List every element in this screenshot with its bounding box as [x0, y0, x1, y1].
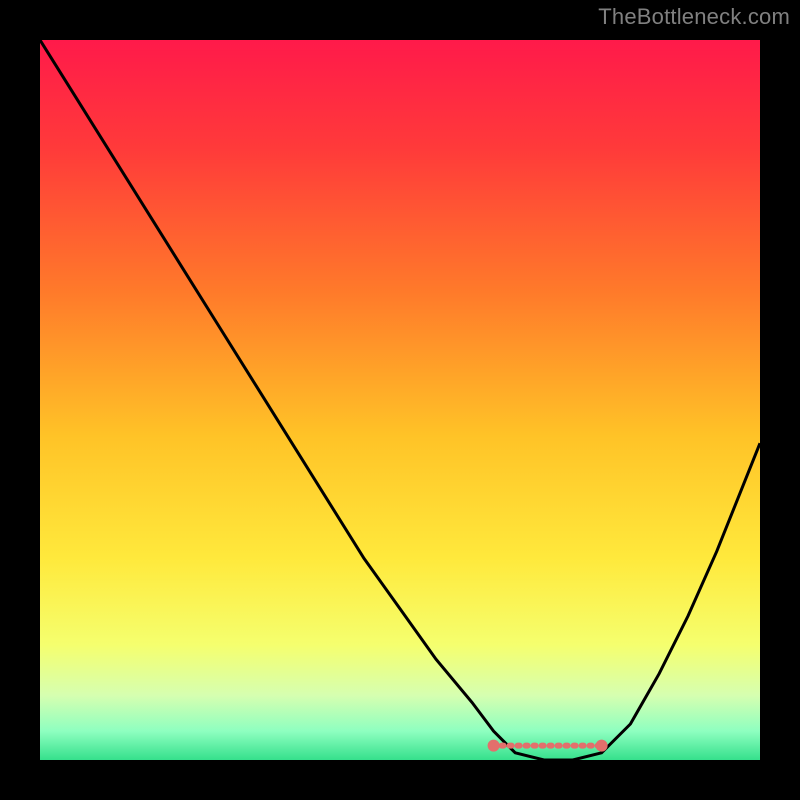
chart-frame: TheBottleneck.com	[0, 0, 800, 800]
plot-area	[40, 40, 760, 760]
minimum-band-endpoint-left	[488, 740, 500, 752]
bottleneck-chart	[40, 40, 760, 760]
watermark-text: TheBottleneck.com	[598, 4, 790, 30]
gradient-background	[40, 40, 760, 760]
minimum-band-endpoint-right	[596, 740, 608, 752]
